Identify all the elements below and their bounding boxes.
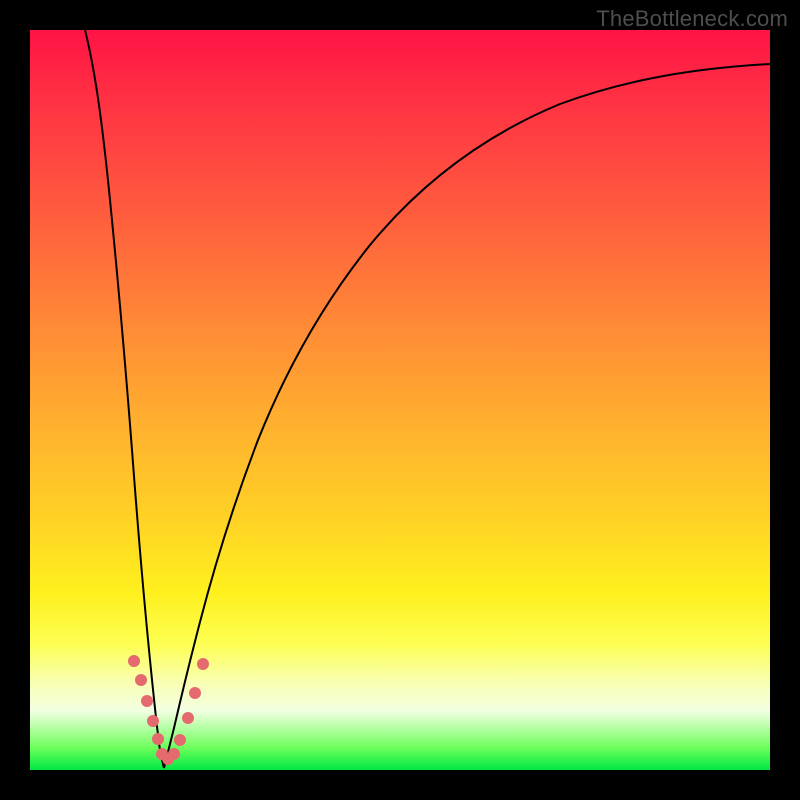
curve-right-branch [164,64,770,768]
plot-area [30,30,770,770]
watermark-text: TheBottleneck.com [596,6,788,32]
chart-frame: TheBottleneck.com [0,0,800,800]
curve-left-branch [85,30,164,768]
marker-dot [152,733,164,745]
marker-dot [168,748,180,760]
marker-dot [141,695,153,707]
marker-dot [135,674,147,686]
marker-dot [147,715,159,727]
curve-overlay [30,30,770,770]
marker-dot [174,734,186,746]
marker-dot [182,712,194,724]
marker-dot [189,687,201,699]
marker-dot [197,658,209,670]
marker-dot [128,655,140,667]
